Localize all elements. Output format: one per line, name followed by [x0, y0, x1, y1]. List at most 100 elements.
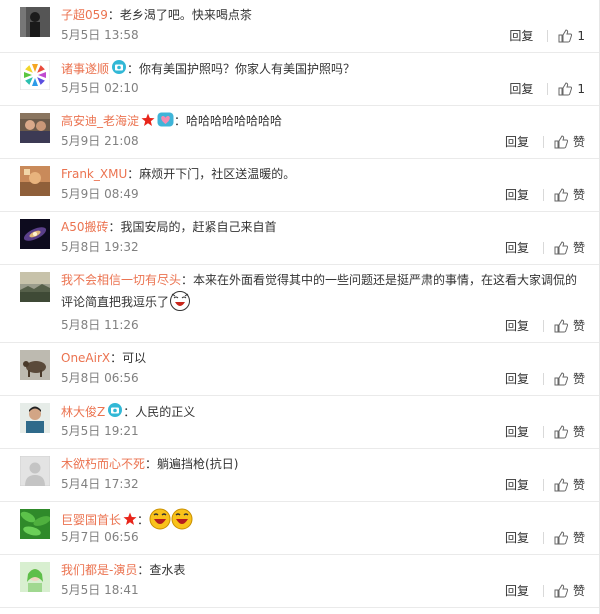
heart-badge-icon	[157, 112, 174, 133]
thumbs-up-icon	[558, 28, 573, 42]
comment-time: 5月9日 08:49	[61, 187, 139, 201]
camera-badge-icon	[111, 59, 127, 81]
reply-button[interactable]: 回复	[505, 370, 529, 387]
comment-item: 诸事遂顺 ：你有美国护照吗？你家人有美国护照吗？ 5月5日 02:10 回复 1	[0, 53, 599, 106]
comment-item: 我不会相信一切有尽头：本来在外面看觉得其中的一些问题还是挺严肃的事情，在这看大家…	[0, 265, 599, 343]
thumbs-up-icon	[558, 81, 573, 95]
comment-item: A50搬砖：我国安局的，赶紧自己来自首 5月8日 19:32 回复 赞	[0, 212, 599, 265]
like-button[interactable]: 赞	[554, 529, 585, 546]
reply-button[interactable]: 回复	[509, 80, 533, 97]
divider	[547, 29, 549, 42]
comment-time: 5月4日 17:32	[61, 477, 139, 491]
like-label: 赞	[572, 319, 585, 333]
reply-button[interactable]: 回复	[505, 423, 529, 440]
avatar[interactable]	[20, 219, 50, 249]
comment-colon: ：	[137, 513, 150, 527]
thumbs-up-icon	[554, 187, 568, 201]
avatar[interactable]	[20, 7, 50, 37]
like-button[interactable]: 1	[558, 82, 585, 96]
username-link[interactable]: 我们都是-演员	[61, 563, 137, 577]
thumbs-up-icon	[554, 371, 568, 385]
avatar[interactable]	[20, 562, 50, 592]
comment-item: 林大俊Z ：人民的正义 5月5日 19:21 回复 赞	[0, 396, 599, 449]
divider	[542, 425, 544, 438]
like-button[interactable]: 赞	[554, 370, 585, 387]
thumbs-up-icon	[554, 583, 568, 597]
divider	[542, 241, 544, 254]
thumbs-up-icon	[554, 318, 568, 332]
avatar[interactable]	[20, 272, 50, 302]
username-link[interactable]: OneAirX	[61, 351, 110, 365]
like-button[interactable]: 赞	[554, 582, 585, 599]
reply-button[interactable]: 回复	[505, 476, 529, 493]
reply-button[interactable]: 回复	[505, 133, 529, 150]
thumbs-up-icon	[554, 424, 568, 438]
comment-text: ：麻烦开下门，社区送温暖的。	[127, 167, 296, 181]
divider	[542, 319, 544, 332]
like-button[interactable]: 赞	[554, 133, 585, 150]
like-button[interactable]: 赞	[554, 317, 585, 334]
avatar[interactable]	[20, 509, 50, 539]
comment-item: 高安迪_老海淀 ：哈哈哈哈哈哈哈哈 5月9日 21:08 回复 赞	[0, 106, 599, 159]
comment-time: 5月5日 19:21	[61, 424, 139, 438]
reply-button[interactable]: 回复	[505, 529, 529, 546]
comment-time: 5月8日 06:56	[61, 371, 139, 385]
reply-button[interactable]: 回复	[505, 582, 529, 599]
username-link[interactable]: 子超059	[61, 8, 108, 22]
reply-button[interactable]: 回复	[509, 27, 533, 44]
comment-time: 5月7日 06:56	[61, 530, 139, 544]
comment-text: ：你有美国护照吗？你家人有美国护照吗？	[127, 62, 356, 76]
avatar[interactable]	[20, 456, 50, 486]
red-star-icon	[141, 113, 155, 133]
comment-item: 木欲朽而心不死：躺遍挡枪(抗日) 5月4日 17:32 回复 赞	[0, 449, 599, 502]
avatar[interactable]	[20, 60, 50, 90]
avatar[interactable]	[20, 350, 50, 380]
like-button[interactable]: 赞	[554, 186, 585, 203]
comment-text: ：老乡渴了吧。快来喝点茶	[107, 8, 252, 22]
like-count: 1	[577, 81, 585, 96]
camera-badge-icon	[107, 402, 123, 424]
like-button[interactable]: 赞	[554, 476, 585, 493]
divider	[542, 372, 544, 385]
comment-time: 5月5日 02:10	[61, 81, 139, 95]
like-button[interactable]: 1	[558, 29, 585, 43]
thumbs-up-icon	[554, 240, 568, 254]
reply-button[interactable]: 回复	[505, 239, 529, 256]
like-count: 1	[577, 28, 585, 43]
username-link[interactable]: 我不会相信一切有尽头	[61, 273, 181, 287]
thumbs-up-icon	[554, 530, 568, 544]
comment-text-continued: 评论简直把我逗乐了	[61, 295, 170, 309]
divider	[542, 584, 544, 597]
reply-button[interactable]: 回复	[505, 317, 529, 334]
comment-text: ：我国安局的，赶紧自己来自首	[108, 220, 277, 234]
username-link[interactable]: 巨婴国首长	[61, 513, 121, 527]
like-button[interactable]: 赞	[554, 239, 585, 256]
username-link[interactable]: 木欲朽而心不死	[61, 457, 145, 471]
like-label: 赞	[572, 425, 585, 439]
comment-time: 5月9日 21:08	[61, 134, 139, 148]
avatar[interactable]	[20, 403, 50, 433]
divider	[547, 82, 549, 95]
username-link[interactable]: 林大俊Z	[61, 405, 105, 419]
username-link[interactable]: A50搬砖	[61, 220, 108, 234]
username-link[interactable]: Frank_XMU	[61, 167, 127, 181]
comment-list: 子超059：老乡渴了吧。快来喝点茶 5月5日 13:58 回复 1 诸事遂顺 ：你有…	[0, 0, 600, 614]
like-label: 赞	[572, 372, 585, 386]
avatar[interactable]	[20, 113, 50, 143]
comment-text: ：哈哈哈哈哈哈哈哈	[174, 114, 283, 128]
like-label: 赞	[572, 478, 585, 492]
username-link[interactable]: 高安迪_老海淀	[61, 114, 139, 128]
avatar[interactable]	[20, 166, 50, 196]
divider	[542, 135, 544, 148]
reply-button[interactable]: 回复	[505, 186, 529, 203]
laughing-emoji-icon	[169, 290, 191, 318]
like-button[interactable]: 赞	[554, 423, 585, 440]
comment-item: OneAirX：可以 5月8日 06:56 回复 赞	[0, 343, 599, 396]
comment-item: 巨婴国首长 ： 5月7日 06:56 回复 赞	[0, 502, 599, 555]
divider	[542, 188, 544, 201]
comment-time: 5月8日 19:32	[61, 240, 139, 254]
username-link[interactable]: 诸事遂顺	[61, 62, 109, 76]
comment-text: ：躺遍挡枪(抗日)	[145, 457, 239, 471]
comment-text: ：人民的正义	[123, 405, 196, 419]
comment-time: 5月5日 13:58	[61, 28, 139, 42]
